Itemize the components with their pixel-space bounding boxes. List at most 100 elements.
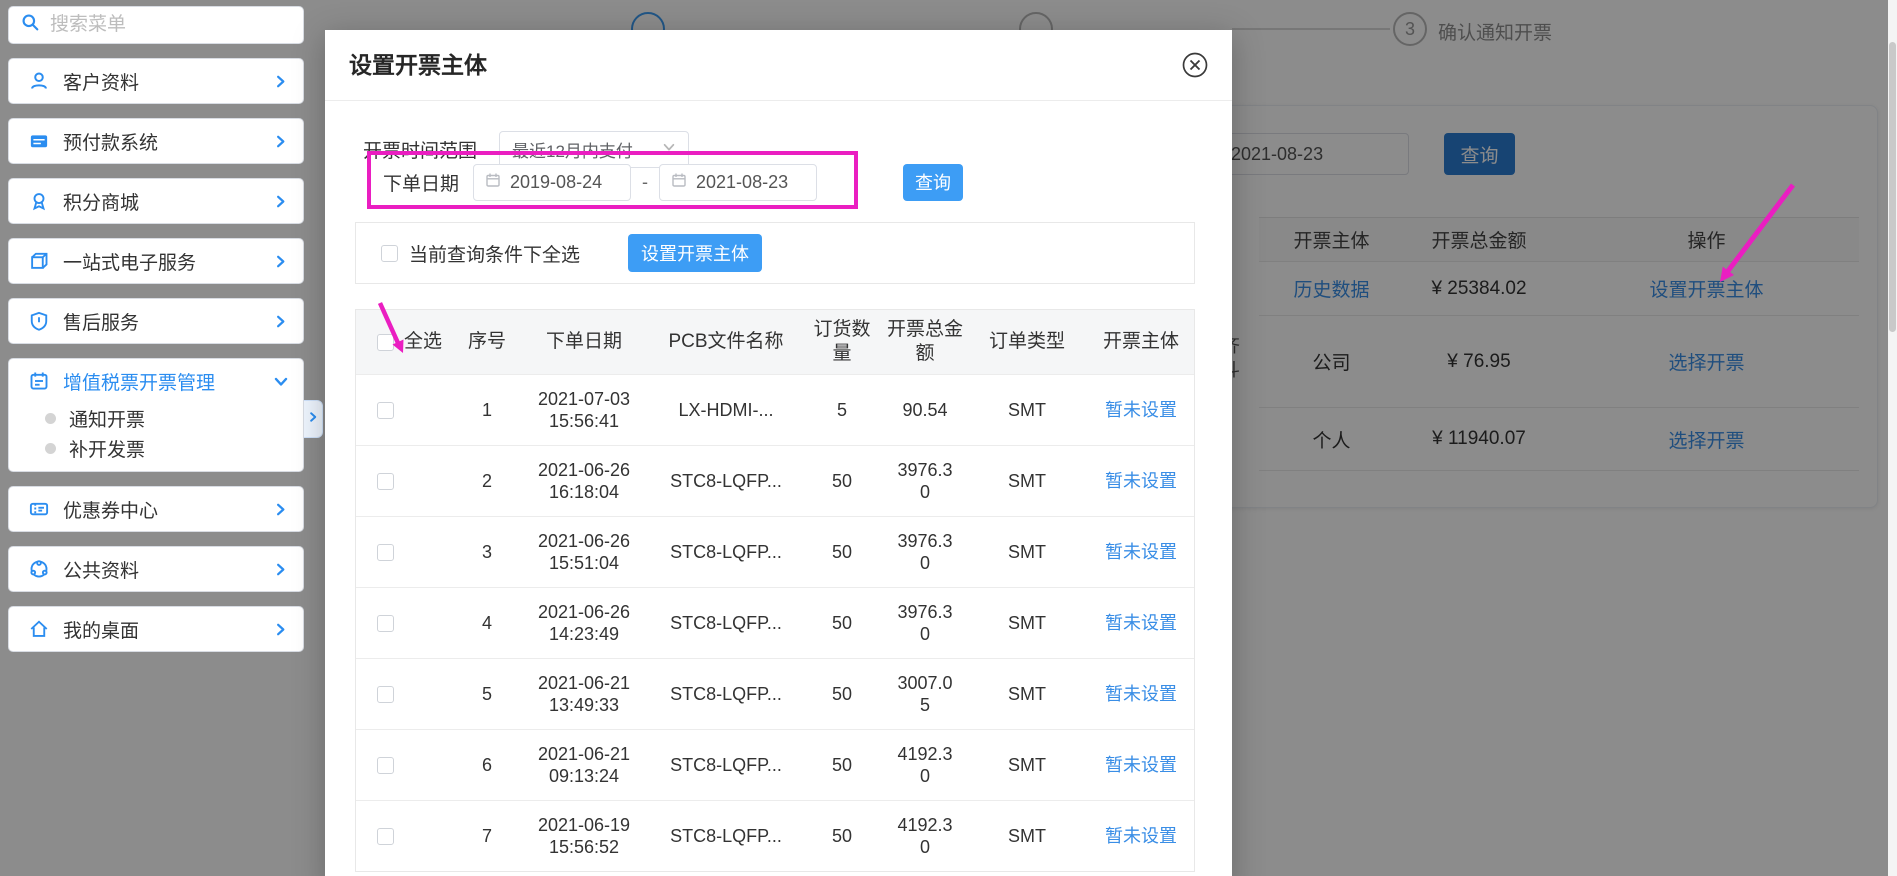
- order-date: 2021-06-21: [521, 743, 647, 766]
- sidebar-item-积分商城[interactable]: 积分商城: [9, 179, 303, 223]
- sidebar-item-优惠券中心[interactable]: 优惠券中心: [9, 487, 303, 531]
- row-checkbox-cell: [356, 544, 456, 561]
- order-date: 2021-06-21: [521, 672, 647, 695]
- date-from-input[interactable]: 2019-08-24: [473, 164, 631, 201]
- column-header: 订单类型: [968, 330, 1086, 354]
- shield-icon: [27, 309, 51, 333]
- sidebar-group: 我的桌面: [8, 606, 304, 652]
- row-checkbox-cell: [356, 828, 456, 845]
- sidebar-item-公共资料[interactable]: 公共资料: [9, 547, 303, 591]
- row-checkbox[interactable]: [377, 757, 394, 774]
- table-bottom-border: [356, 871, 1194, 872]
- sidebar-flyout-tab[interactable]: [304, 400, 323, 438]
- sidebar-group: 公共资料: [8, 546, 304, 592]
- chevron-down-icon: [662, 140, 676, 159]
- row-file-cell: STC8-LQFP...: [650, 541, 802, 564]
- chevron-right-icon: [273, 561, 289, 577]
- row-checkbox-cell: [356, 757, 456, 774]
- medal-icon: [27, 189, 51, 213]
- row-type-cell: SMT: [968, 683, 1086, 706]
- box-icon: [27, 249, 51, 273]
- amount-value: 3976.30: [893, 530, 957, 575]
- sidebar-item-我的桌面[interactable]: 我的桌面: [9, 607, 303, 651]
- amount-value: 3976.30: [893, 601, 957, 646]
- row-amount-cell: 90.54: [882, 399, 968, 422]
- row-date-cell: 2021-06-2614:23:49: [518, 601, 650, 646]
- row-checkbox-cell: [356, 615, 456, 632]
- order-date-label: 下单日期: [383, 169, 459, 196]
- row-checkbox-cell: [356, 402, 456, 419]
- table-row: 52021-06-2113:49:33STC8-LQFP...503007.05…: [356, 658, 1194, 729]
- order-date: 2021-06-19: [521, 814, 647, 837]
- subject-not-set-link[interactable]: 暂未设置: [1105, 542, 1177, 562]
- row-date-cell: 2021-06-2615:51:04: [518, 530, 650, 575]
- amount-value: 4192.30: [893, 814, 957, 859]
- subject-not-set-link[interactable]: 暂未设置: [1105, 755, 1177, 775]
- sidebar-subitem-通知开票[interactable]: 通知开票: [9, 403, 303, 433]
- row-subject-cell: 暂未设置: [1086, 612, 1196, 635]
- orders-table-header: 全选 序号下单日期PCB文件名称订货数量开票总金额订单类型开票主体: [356, 310, 1194, 374]
- subject-not-set-link[interactable]: 暂未设置: [1105, 684, 1177, 704]
- row-checkbox[interactable]: [377, 544, 394, 561]
- row-file-cell: STC8-LQFP...: [650, 825, 802, 848]
- row-date-cell: 2021-06-1915:56:52: [518, 814, 650, 859]
- row-checkbox[interactable]: [377, 828, 394, 845]
- row-qty-cell: 50: [802, 541, 882, 564]
- date-to-input[interactable]: 2021-08-23: [659, 164, 817, 201]
- query-button[interactable]: 查询: [903, 164, 963, 201]
- chevron-right-icon: [273, 73, 289, 89]
- chevron-right-icon: [307, 410, 319, 428]
- sidebar-item-一站式电子服务[interactable]: 一站式电子服务: [9, 239, 303, 283]
- scrollbar[interactable]: [1888, 0, 1897, 876]
- sidebar-search-box: [8, 6, 304, 44]
- select-all-checkbox[interactable]: [377, 334, 394, 351]
- sidebar-item-增值税票开票管理[interactable]: 增值税票开票管理: [9, 359, 303, 403]
- row-file-cell: STC8-LQFP...: [650, 470, 802, 493]
- time-range-select[interactable]: 最近12月内支付: [499, 131, 689, 168]
- row-amount-cell: 4192.30: [882, 814, 968, 859]
- order-date: 2021-06-26: [521, 530, 647, 553]
- subject-not-set-link[interactable]: 暂未设置: [1105, 613, 1177, 633]
- sidebar-item-售后服务[interactable]: 售后服务: [9, 299, 303, 343]
- column-header: 订货数量: [802, 318, 882, 366]
- set-invoice-subject-button[interactable]: 设置开票主体: [628, 234, 762, 272]
- chevron-right-icon: [273, 253, 289, 269]
- order-date-row: 下单日期 2019-08-24 - 2021-08-23 查询: [383, 163, 963, 201]
- date-separator: -: [642, 172, 648, 193]
- row-checkbox[interactable]: [377, 402, 394, 419]
- close-icon[interactable]: [1180, 50, 1210, 80]
- row-amount-cell: 4192.30: [882, 743, 968, 788]
- sidebar-item-预付款系统[interactable]: 预付款系统: [9, 119, 303, 163]
- bullet-dot-icon: [45, 413, 56, 424]
- select-all-label: 全选: [404, 330, 442, 354]
- row-type-cell: SMT: [968, 825, 1086, 848]
- amount-value: 90.54: [893, 399, 957, 422]
- table-row: 22021-06-2616:18:04STC8-LQFP...503976.30…: [356, 445, 1194, 516]
- subject-not-set-link[interactable]: 暂未设置: [1105, 400, 1177, 420]
- row-file-cell: STC8-LQFP...: [650, 683, 802, 706]
- row-checkbox[interactable]: [377, 473, 394, 490]
- search-input[interactable]: [50, 14, 295, 36]
- sidebar-subitem-补开发票[interactable]: 补开发票: [9, 433, 303, 463]
- row-checkbox[interactable]: [377, 615, 394, 632]
- subject-not-set-link[interactable]: 暂未设置: [1105, 471, 1177, 491]
- sidebar-item-客户资料[interactable]: 客户资料: [9, 59, 303, 103]
- sidebar-item-label: 一站式电子服务: [63, 248, 273, 275]
- row-subject-cell: 暂未设置: [1086, 825, 1196, 848]
- sidebar-item-label: 公共资料: [63, 556, 273, 583]
- row-qty-cell: 5: [802, 399, 882, 422]
- chevron-right-icon: [273, 313, 289, 329]
- sidebar-group: 增值税票开票管理通知开票补开发票: [8, 358, 304, 472]
- date-to-value: 2021-08-23: [696, 172, 788, 193]
- row-checkbox-cell: [356, 473, 456, 490]
- column-header: 序号: [456, 330, 518, 354]
- column-header: 开票总金额: [882, 318, 968, 366]
- row-amount-cell: 3976.30: [882, 601, 968, 646]
- orders-table: 全选 序号下单日期PCB文件名称订货数量开票总金额订单类型开票主体 12021-…: [355, 309, 1195, 872]
- select-all-under-query-checkbox[interactable]: [381, 245, 398, 262]
- row-qty-cell: 50: [802, 754, 882, 777]
- subject-not-set-link[interactable]: 暂未设置: [1105, 826, 1177, 846]
- table-row: 62021-06-2109:13:24STC8-LQFP...504192.30…: [356, 729, 1194, 800]
- scrollbar-thumb[interactable]: [1889, 42, 1896, 332]
- row-checkbox[interactable]: [377, 686, 394, 703]
